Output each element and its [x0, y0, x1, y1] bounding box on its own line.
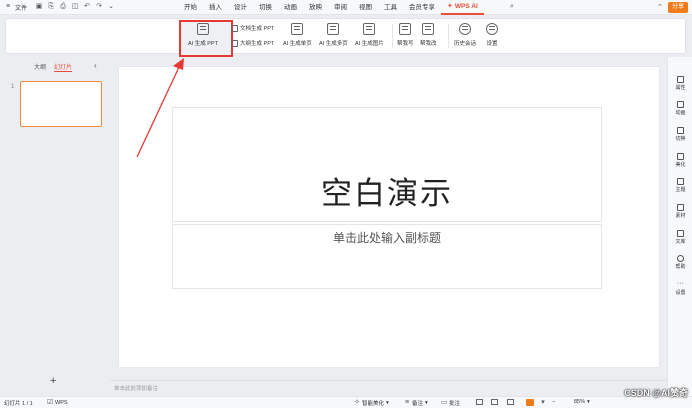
annotation-arrow	[136, 58, 184, 158]
arrow-head-icon	[173, 58, 184, 70]
arrow-line	[136, 64, 181, 158]
